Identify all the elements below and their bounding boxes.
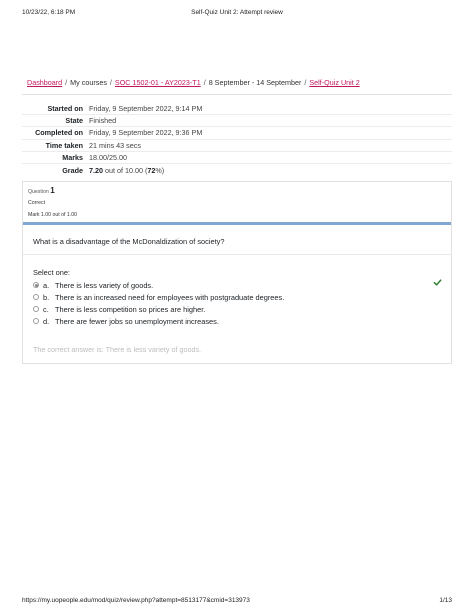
page-number: 1/13 (439, 597, 452, 604)
breadcrumb-week: 8 September - 14 September (208, 78, 302, 87)
option-text: There are fewer jobs so unemployment inc… (55, 316, 219, 326)
question-state: Correct (28, 200, 46, 206)
breadcrumb-separator: / (109, 78, 112, 87)
state-label: State (65, 116, 83, 126)
breadcrumb-separator: / (304, 78, 307, 87)
option-text: There is less competition so prices are … (55, 304, 206, 314)
grade-value: 7.20 out of 10.00 (72%) (89, 166, 164, 175)
answer-option-d[interactable]: d. There are fewer jobs so unemployment … (33, 315, 441, 327)
breadcrumb-course[interactable]: SOC 1502-01 - AY2023-T1 (115, 78, 201, 87)
started-on-value: Friday, 9 September 2022, 9:14 PM (89, 104, 203, 114)
marks-value: 18.00/25.00 (89, 152, 127, 162)
breadcrumb-quiz[interactable]: Self-Quiz Unit 2 (309, 78, 359, 87)
print-url: https://my.uopeople.edu/mod/quiz/review.… (22, 597, 250, 604)
option-text: There is an increased need for employees… (55, 292, 285, 302)
breadcrumb-dashboard[interactable]: Dashboard (27, 78, 62, 87)
marks-label: Marks (62, 152, 83, 162)
divider (22, 94, 452, 95)
option-letter: a. (43, 280, 50, 290)
completed-on-label: Completed on (35, 128, 83, 138)
attempt-summary-table: Started on Friday, 9 September 2022, 9:1… (22, 103, 452, 176)
question-mark: Mark 1.00 out of 1.00 (28, 212, 78, 218)
question-card: Question 1 Correct Mark 1.00 out of 1.00… (22, 181, 452, 364)
print-title: Self-Quiz Unit 2: Attempt review (191, 9, 283, 16)
time-taken-label: Time taken (45, 140, 83, 150)
answer-option-c[interactable]: c. There is less competition so prices a… (33, 303, 441, 315)
answer-option-a[interactable]: a. There is less variety of goods. (33, 279, 441, 291)
summary-row-state: State Finished (22, 115, 452, 128)
question-number-value: 1 (50, 186, 55, 195)
breadcrumb-separator: / (203, 78, 206, 87)
answer-option-b[interactable]: b. There is an increased need for employ… (33, 291, 441, 303)
option-letter: c. (43, 304, 49, 314)
divider (23, 254, 451, 255)
correct-answer-feedback: The correct answer is: There is less var… (33, 345, 202, 354)
summary-row-marks: Marks 18.00/25.00 (22, 152, 452, 164)
radio-button[interactable] (33, 294, 39, 300)
summary-row-started: Started on Friday, 9 September 2022, 9:1… (22, 103, 452, 116)
answer-options: a. There is less variety of goods. b. Th… (33, 279, 441, 327)
grade-out-of: out of 10.00 ( (103, 165, 148, 175)
question-info: Question 1 Correct Mark 1.00 out of 1.00 (23, 182, 451, 222)
breadcrumb: Dashboard / My courses / SOC 1502-01 - AY202… (27, 78, 447, 87)
state-value: Finished (89, 116, 117, 126)
summary-row-grade: Grade 7.20 out of 10.00 (72%) (22, 164, 452, 176)
radio-button-selected[interactable] (33, 282, 39, 288)
breadcrumb-my-courses: My courses (70, 78, 107, 87)
grade-suffix: %) (155, 165, 165, 175)
option-letter: b. (43, 292, 50, 302)
question-number: Question 1 (28, 186, 446, 195)
select-one-label: Select one: (33, 268, 70, 277)
grade-label: Grade (62, 165, 83, 175)
time-taken-value: 21 mins 43 secs (89, 140, 141, 150)
grade-score: 7.20 (89, 165, 103, 175)
option-text: There is less variety of goods. (55, 280, 154, 290)
option-letter: d. (43, 316, 50, 326)
question-info-bar (23, 222, 451, 225)
breadcrumb-separator: / (65, 78, 68, 87)
question-text: What is a disadvantage of the McDonaldiz… (33, 237, 225, 246)
correct-check-icon (433, 279, 442, 286)
radio-button[interactable] (33, 318, 39, 324)
question-label: Question (28, 189, 49, 195)
started-on-label: Started on (47, 104, 83, 114)
completed-on-value: Friday, 9 September 2022, 9:36 PM (89, 128, 203, 138)
summary-row-completed: Completed on Friday, 9 September 2022, 9… (22, 127, 452, 140)
summary-row-time: Time taken 21 mins 43 secs (22, 140, 452, 152)
radio-button[interactable] (33, 306, 39, 312)
